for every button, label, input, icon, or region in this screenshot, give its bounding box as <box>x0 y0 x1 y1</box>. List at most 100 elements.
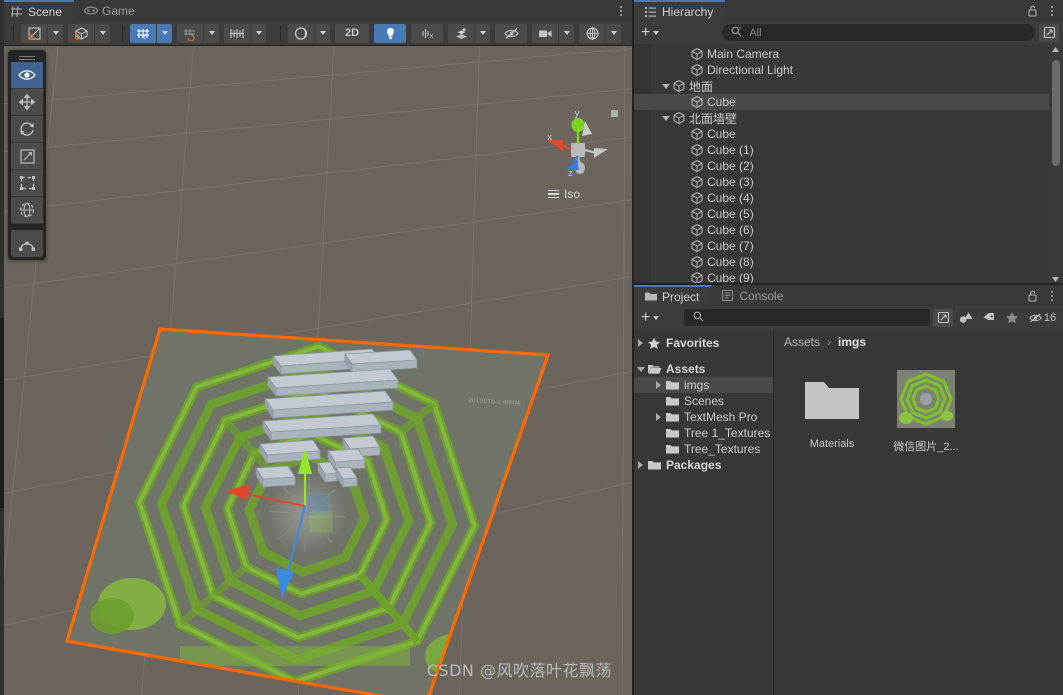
scene-fx-dropdown[interactable] <box>448 23 490 43</box>
gizmo-draw-mode-dropdown[interactable] <box>68 23 110 43</box>
expand-arrow-icon[interactable] <box>634 339 647 347</box>
chevron-down-icon[interactable] <box>251 23 266 43</box>
hierarchy-search-field[interactable] <box>722 24 1035 41</box>
grid-axis-icon[interactable]: Y <box>130 23 156 43</box>
breadcrumb-current[interactable]: imgs <box>838 335 866 349</box>
hierarchy-item[interactable]: Cube (2) <box>634 158 1049 174</box>
toggle-2d-button[interactable]: 2D <box>335 23 369 43</box>
shaded-sphere-icon[interactable] <box>21 23 47 43</box>
project-search-field[interactable] <box>684 309 930 326</box>
effects-icon[interactable] <box>448 23 474 43</box>
expand-arrow-icon[interactable] <box>659 83 672 89</box>
scene-lighting-toggle[interactable] <box>374 23 406 43</box>
project-tree-item[interactable]: Scenes <box>634 393 773 409</box>
hierarchy-item[interactable]: Directional Light <box>634 62 1049 78</box>
wire-cube-icon[interactable] <box>68 23 94 43</box>
project-search-input[interactable] <box>709 310 921 325</box>
chevron-down-icon[interactable] <box>204 23 219 43</box>
camera-icon[interactable] <box>532 23 558 43</box>
chevron-down-icon[interactable] <box>95 23 110 43</box>
expand-arrow-icon[interactable] <box>652 413 665 421</box>
asset-texture[interactable]: 微信图片_2... <box>890 367 962 454</box>
grid-snapping-toggle[interactable] <box>177 23 219 43</box>
hierarchy-item[interactable]: Cube <box>634 126 1049 142</box>
chevron-down-icon[interactable] <box>157 23 172 43</box>
scene-camera-dropdown[interactable] <box>532 23 574 43</box>
hierarchy-options-menu[interactable] <box>1046 3 1058 18</box>
project-tree-item[interactable]: Tree_Textures <box>634 441 773 457</box>
save-search-button[interactable] <box>933 308 953 327</box>
projection-mode-toggle[interactable]: Iso <box>548 187 580 201</box>
move-tool[interactable] <box>11 89 43 116</box>
tab-hierarchy[interactable]: Hierarchy <box>634 0 726 21</box>
project-options-menu[interactable] <box>1046 288 1058 303</box>
gizmo-globe-icon[interactable] <box>579 23 605 43</box>
hierarchy-item[interactable]: Cube (5) <box>634 206 1049 222</box>
scene-view-shading-dropdown[interactable] <box>288 23 330 43</box>
hierarchy-item[interactable]: Cube (8) <box>634 254 1049 270</box>
asset-type-filter-button[interactable] <box>956 309 976 327</box>
hierarchy-item[interactable]: Cube (3) <box>634 174 1049 190</box>
hierarchy-item[interactable]: 北面墙壁 <box>634 110 1049 126</box>
scene-visibility-toggle[interactable] <box>495 23 527 43</box>
lock-icon[interactable] <box>1026 289 1039 302</box>
chevron-down-icon[interactable] <box>48 23 63 43</box>
half-moon-icon[interactable] <box>288 23 314 43</box>
hierarchy-search-input[interactable] <box>747 25 1026 40</box>
hierarchy-item[interactable]: Main Camera <box>634 46 1049 62</box>
scene-viewport[interactable]: 2019070-1 中科院 y x z Iso CSDN @风吹落叶花飘荡 <box>0 46 632 695</box>
create-object-button[interactable]: + <box>638 24 662 42</box>
breadcrumb-root[interactable]: Assets <box>784 335 820 349</box>
scene-options-menu[interactable] <box>615 3 627 18</box>
shading-mode-dropdown[interactable] <box>21 23 63 43</box>
chevron-down-icon[interactable] <box>475 23 490 43</box>
project-tree-item[interactable]: Favorites <box>634 335 773 351</box>
expand-arrow-icon[interactable] <box>659 115 672 121</box>
tools-drag-handle[interactable] <box>11 53 43 62</box>
hierarchy-scrollbar[interactable] <box>1049 44 1062 285</box>
view-tool[interactable] <box>11 62 43 89</box>
asset-folder[interactable]: Materials <box>796 367 868 454</box>
create-asset-button[interactable]: + <box>638 309 662 327</box>
favorites-filter-button[interactable] <box>1002 309 1022 327</box>
tab-game[interactable]: Game <box>74 0 147 21</box>
chevron-down-icon[interactable] <box>315 23 330 43</box>
scene-audio-toggle[interactable]: x <box>411 23 443 43</box>
rotate-tool[interactable] <box>11 116 43 143</box>
project-tree-item[interactable]: Packages <box>634 457 773 473</box>
expand-arrow-icon[interactable] <box>652 381 665 389</box>
project-content-pane[interactable]: Assets › imgs Materials 微信图片_2... <box>774 331 1063 695</box>
hidden-packages-button[interactable]: 16 <box>1025 309 1059 327</box>
hierarchy-item[interactable]: Cube (6) <box>634 222 1049 238</box>
hierarchy-tree[interactable]: Main Camera Directional Light 地面 Cube 北面墙壁 Cu… <box>634 44 1063 285</box>
expand-arrow-icon[interactable] <box>634 461 647 469</box>
grid-visibility-toggle[interactable]: Y <box>130 23 172 43</box>
rect-tool[interactable] <box>11 170 43 197</box>
hierarchy-item[interactable]: Cube (7) <box>634 238 1049 254</box>
hierarchy-item[interactable]: Cube (1) <box>634 142 1049 158</box>
chevron-down-icon[interactable] <box>559 23 574 43</box>
gizmos-dropdown[interactable] <box>579 23 621 43</box>
project-folder-tree[interactable]: Favorites Assets imgs Scenes TextMesh Pro Tre… <box>634 331 774 695</box>
scroll-up-arrow[interactable] <box>1049 44 1062 55</box>
tab-project[interactable]: Project <box>634 285 712 306</box>
custom-editor-tool[interactable] <box>11 230 43 257</box>
selected-plane-object[interactable]: 2019070-1 中科院 <box>60 316 565 695</box>
hierarchy-item[interactable]: 地面 <box>634 78 1049 94</box>
lock-icon[interactable] <box>1026 4 1039 17</box>
chevron-down-icon[interactable] <box>606 23 621 43</box>
tab-console[interactable]: Console <box>711 285 795 306</box>
project-tree-item[interactable]: Tree 1_Textures <box>634 425 773 441</box>
label-filter-button[interactable] <box>979 309 999 327</box>
hierarchy-expand-button[interactable] <box>1039 23 1059 42</box>
increment-snap-dropdown[interactable] <box>224 23 266 43</box>
hierarchy-item[interactable]: Cube (4) <box>634 190 1049 206</box>
scale-tool[interactable] <box>11 143 43 170</box>
tab-scene[interactable]: Scene <box>0 0 75 21</box>
transform-tool[interactable] <box>11 197 43 224</box>
scrollbar-thumb[interactable] <box>1052 60 1060 166</box>
collapse-arrow-icon[interactable] <box>634 366 647 372</box>
hierarchy-item[interactable]: Cube <box>634 94 1049 110</box>
project-tree-item[interactable]: imgs <box>634 377 773 393</box>
grid-snap-icon[interactable] <box>177 23 203 43</box>
